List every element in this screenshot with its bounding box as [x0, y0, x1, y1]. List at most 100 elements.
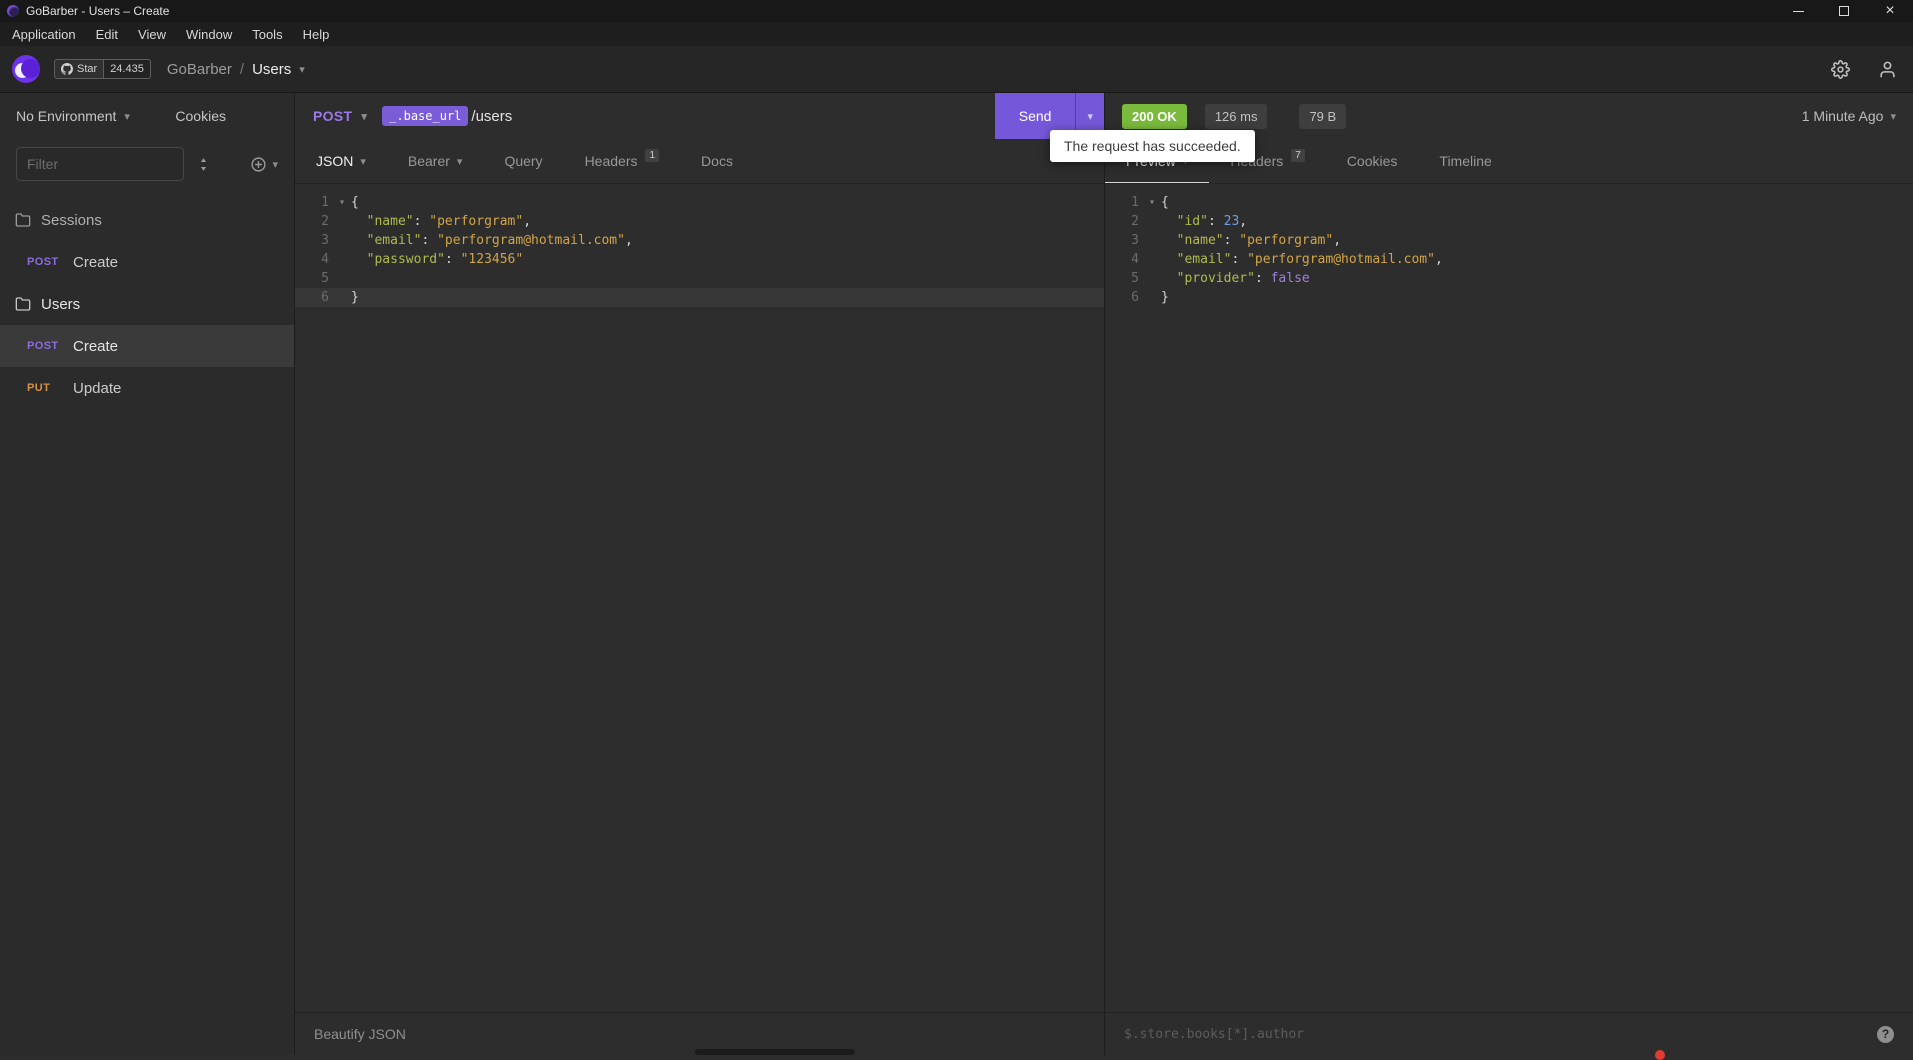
tab-cookies[interactable]: Cookies	[1326, 139, 1419, 183]
environment-selector[interactable]: No Environment ▾	[16, 108, 130, 124]
code-text: "id": 23,	[1176, 214, 1248, 229]
menu-item-view[interactable]: View	[128, 27, 176, 42]
fold-gutter	[333, 250, 351, 269]
help-button[interactable]: ?	[1877, 1025, 1894, 1043]
line-number: 5	[321, 271, 329, 286]
tab-query[interactable]: Query	[483, 139, 563, 183]
environment-label: No Environment	[16, 108, 117, 124]
response-age-label: 1 Minute Ago	[1801, 108, 1884, 124]
menu-item-help[interactable]: Help	[293, 27, 340, 42]
code-line: 6}	[295, 288, 1104, 307]
chevron-down-icon: ▾	[1087, 110, 1093, 123]
sidebar-group-users[interactable]: Users	[0, 283, 294, 325]
tab-auth-bearer[interactable]: Bearer ▾	[387, 139, 484, 183]
line-number: 6	[321, 290, 329, 305]
sidebar-group-sessions[interactable]: Sessions	[0, 199, 294, 241]
minimize-button[interactable]	[1775, 0, 1821, 22]
code-line: 1 ▾{	[295, 193, 1104, 212]
line-number: 3	[321, 233, 329, 248]
code-text: "name": "perforgram",	[366, 214, 532, 229]
tab-label: Docs	[701, 153, 733, 169]
maximize-button[interactable]	[1821, 0, 1867, 22]
code-line: 3 "email": "perforgram@hotmail.com",	[295, 231, 1104, 250]
code-text: "name": "perforgram",	[1176, 233, 1342, 248]
close-button[interactable]: ×	[1867, 0, 1913, 22]
line-number: 6	[1131, 290, 1139, 305]
settings-gear-button[interactable]	[1831, 59, 1850, 79]
menu-item-tools[interactable]: Tools	[242, 27, 292, 42]
breadcrumb: GoBarber / Users ▾	[167, 61, 305, 78]
fold-gutter	[1143, 212, 1161, 231]
fold-toggle-icon[interactable]: ▾	[1143, 193, 1161, 212]
breadcrumb-workspace[interactable]: GoBarber	[167, 61, 232, 78]
tab-headers[interactable]: Headers 1	[564, 139, 680, 183]
menu-item-application[interactable]: Application	[2, 27, 86, 42]
line-number: 2	[321, 214, 329, 229]
breadcrumb-item[interactable]: Users	[252, 61, 291, 78]
folder-icon	[15, 212, 31, 228]
code-text: "email": "perforgram@hotmail.com",	[1176, 252, 1443, 267]
account-button[interactable]	[1878, 60, 1897, 79]
menu-item-window[interactable]: Window	[176, 27, 242, 42]
maximize-icon	[1839, 6, 1849, 16]
method-selector[interactable]: POST ▾	[313, 108, 367, 124]
method-tag: PUT	[27, 382, 51, 394]
fold-gutter	[333, 231, 351, 250]
request-body-editor[interactable]: 1 ▾{2 "name": "perforgram", 3 "email": "pe…	[295, 184, 1104, 1012]
code-text: }	[1161, 290, 1169, 305]
beautify-json-button[interactable]: Beautify JSON	[314, 1026, 406, 1042]
fold-toggle-icon[interactable]: ▾	[333, 193, 351, 212]
chevron-down-icon: ▾	[456, 155, 463, 168]
menu-item-edit[interactable]: Edit	[86, 27, 128, 42]
sidebar-item-users-update[interactable]: PUT Update	[0, 367, 294, 409]
code-line: 1 ▾{	[1105, 193, 1913, 212]
gear-icon	[1831, 59, 1850, 79]
line-number: 5	[1131, 271, 1139, 286]
code-text: "email": "perforgram@hotmail.com",	[366, 233, 633, 248]
url-path[interactable]: /users	[471, 108, 512, 125]
github-star-badge[interactable]: Star 24.435	[54, 59, 151, 79]
minimize-icon	[1792, 10, 1804, 12]
chevron-down-icon[interactable]: ▾	[299, 63, 305, 76]
request-pane: POST ▾ _.base_url /users Send ▾ JSON ▾ B…	[295, 93, 1105, 1055]
notification-dot	[1655, 1050, 1665, 1060]
fold-gutter	[1143, 250, 1161, 269]
code-line: 2 "name": "perforgram",	[295, 212, 1104, 231]
group-label: Users	[41, 295, 81, 313]
tab-docs[interactable]: Docs	[680, 139, 754, 183]
tab-label: Timeline	[1439, 153, 1492, 169]
horizontal-scrollbar[interactable]	[695, 1049, 855, 1055]
code-text: {	[1161, 195, 1169, 210]
response-history-dropdown[interactable]: 1 Minute Ago ▾	[1802, 108, 1896, 124]
user-icon	[1878, 60, 1897, 79]
filter-input[interactable]	[16, 147, 184, 181]
fold-gutter	[333, 288, 351, 307]
fold-gutter	[1143, 231, 1161, 250]
line-number: 1	[1131, 195, 1139, 210]
menu-bar: Application Edit View Window Tools Help	[0, 22, 1913, 46]
response-body-editor[interactable]: 1 ▾{2 "id": 23, 3 "name": "perforgram", 4 "…	[1105, 184, 1913, 1012]
tab-label: JSON	[316, 153, 354, 169]
insomnia-logo-icon	[12, 55, 40, 83]
request-tabs: JSON ▾ Bearer ▾ Query Headers 1 Docs	[295, 139, 1104, 184]
add-request-button[interactable]: ▾	[250, 156, 278, 173]
code-line: 2 "id": 23,	[1105, 212, 1913, 231]
line-number: 1	[321, 195, 329, 210]
size-badge: 79 B	[1299, 103, 1347, 129]
sidebar-item-users-create[interactable]: POST Create	[0, 325, 294, 367]
close-icon: ×	[1885, 2, 1895, 19]
tab-label: Cookies	[1346, 153, 1398, 169]
sidebar-item-sessions-create[interactable]: POST Create	[0, 241, 294, 283]
sort-button[interactable]	[196, 157, 211, 172]
tab-body-json[interactable]: JSON ▾	[295, 139, 387, 183]
tab-timeline[interactable]: Timeline	[1418, 139, 1512, 183]
breadcrumb-separator: /	[239, 60, 245, 78]
chevron-down-icon: ▾	[361, 110, 368, 123]
request-name: Update	[73, 379, 122, 397]
base-url-tag[interactable]: _.base_url	[382, 106, 469, 126]
cookies-button[interactable]: Cookies	[175, 108, 226, 124]
fold-gutter	[333, 212, 351, 231]
response-filter-input[interactable]	[1124, 1026, 1877, 1042]
tab-label: Headers	[584, 153, 638, 169]
fold-gutter	[1143, 269, 1161, 288]
